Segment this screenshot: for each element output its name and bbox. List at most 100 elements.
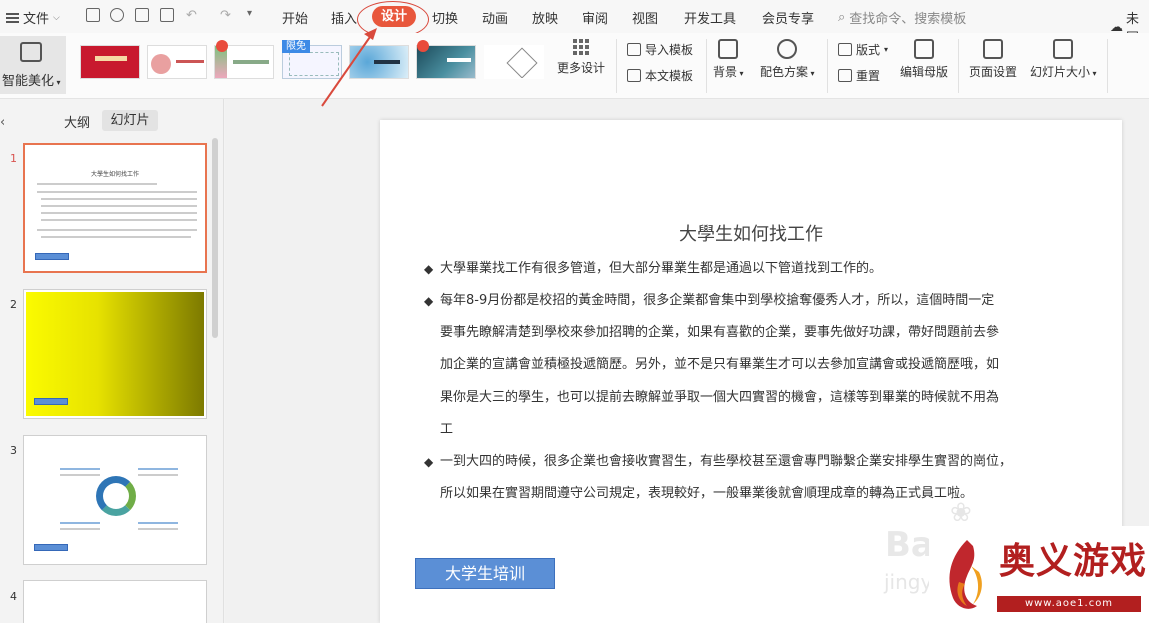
slide-number: 2 — [10, 298, 17, 311]
bullet-line: 一到大四的時候，很多企業也會接收實習生，有些學校甚至還會專門聯繫企業安排學生實習… — [440, 454, 1013, 469]
import-template-button[interactable]: 导入模板 — [627, 41, 693, 58]
slide-thumbnail-3[interactable] — [23, 435, 207, 565]
design-template-thumb-1[interactable] — [80, 45, 140, 79]
slide-bullet-2[interactable]: ◆ 每年8-9月份都是校招的黃金時間，很多企業都會集中到學校搶奪優秀人才，所以，… — [424, 285, 1100, 446]
divider — [958, 39, 959, 93]
page-setup-button[interactable]: 页面设置 — [969, 39, 1017, 80]
background-icon — [718, 39, 739, 59]
color-scheme-label: 配色方案 — [760, 65, 809, 79]
background-button[interactable]: 背景 ▾ — [713, 39, 744, 80]
divider — [706, 39, 707, 93]
tab-review[interactable]: 审阅 — [582, 8, 608, 27]
panel-scrollbar[interactable] — [212, 138, 218, 338]
more-design-button[interactable]: 更多设计 — [557, 39, 605, 76]
color-scheme-button[interactable]: 配色方案 ▾ — [760, 39, 815, 80]
text-template-button[interactable]: 本文模板 — [627, 67, 693, 84]
member-badge-icon — [216, 40, 228, 52]
divider — [1107, 39, 1108, 93]
cube-icon — [20, 42, 42, 62]
site-logo: 奥义游戏网 www.aoe1.com — [929, 526, 1149, 623]
collapse-panel-icon[interactable]: ‹ — [0, 115, 5, 130]
slide-number: 4 — [10, 590, 17, 603]
import-template-icon — [627, 43, 641, 56]
reset-button[interactable]: 重置 — [838, 67, 880, 84]
chevron-down-icon: ▾ — [884, 45, 889, 54]
design-ribbon: 智能美化 ▾ 限免 更多设计 导入模板 本文模板 背景 ▾ 配色方案 ▾ 版式 ▾… — [0, 33, 1149, 99]
slide-number: 1 — [10, 152, 17, 165]
smart-beautify-button[interactable]: 智能美化 ▾ — [0, 36, 66, 94]
quick-access-dropdown-icon[interactable]: ▾ — [247, 8, 252, 19]
command-search-placeholder: 查找命令、搜索模板 — [849, 12, 967, 27]
edit-master-button[interactable]: 编辑母版 — [900, 39, 948, 80]
tab-member[interactable]: 会员专享 — [762, 8, 814, 27]
slide-number: 3 — [10, 444, 17, 457]
slide-bullet-3[interactable]: ◆ 一到大四的時候，很多企業也會接收實習生，有些學校甚至還會專門聯繫企業安排學生… — [424, 446, 1100, 510]
file-menu-label: 文件 — [23, 12, 50, 27]
tab-slides[interactable]: 幻灯片 — [102, 110, 158, 131]
grid-icon — [573, 39, 589, 55]
print-preview-icon[interactable] — [160, 8, 174, 22]
bullet-line: 果你是大三的學生，也可以提前去瞭解並爭取一個大四實習的機會，這樣等到畢業的時候就… — [440, 389, 1000, 405]
bullet-line: 要事先瞭解清楚到學校來參加招聘的企業，如果有喜歡的企業，要事先做好功課，帶好問題… — [440, 325, 1000, 341]
hamburger-icon — [6, 12, 19, 23]
slide-training-button[interactable]: 大学生培训 — [415, 558, 555, 589]
diamond-bullet-icon: ◆ — [424, 294, 434, 308]
member-badge-icon — [417, 40, 429, 52]
tab-insert[interactable]: 插入 — [331, 8, 357, 27]
tab-slideshow[interactable]: 放映 — [532, 8, 558, 27]
design-template-thumb-7[interactable] — [484, 45, 544, 79]
paw-watermark-icon: ❀ — [950, 498, 972, 528]
reset-label: 重置 — [856, 69, 881, 83]
swot-ring — [96, 476, 136, 516]
slide-thumbnail-1[interactable]: 大學生如何找工作 — [23, 143, 207, 273]
redo-icon[interactable]: ↷ — [220, 8, 231, 23]
design-template-thumb-2[interactable] — [147, 45, 207, 79]
slide-thumbnail-2[interactable] — [23, 289, 207, 419]
tab-home[interactable]: 开始 — [282, 8, 308, 27]
bullet-line: 每年8-9月份都是校招的黃金時間，很多企業都會集中到學校搶奪優秀人才，所以，這個… — [440, 293, 995, 308]
page-setup-icon — [983, 39, 1003, 59]
slide-title[interactable]: 大學生如何找工作 — [380, 220, 1122, 246]
logo-text: 奥义游戏网 — [999, 540, 1149, 582]
menu-bar: 文件 ⌵ ↶ ↷ ▾ 开始 插入 设计 切换 动画 放映 审阅 视图 开发工具 … — [0, 0, 1149, 46]
file-menu[interactable]: 文件 ⌵ — [6, 8, 60, 27]
divider — [616, 39, 617, 93]
diamond-bullet-icon: ◆ — [424, 455, 434, 469]
flame-logo-icon — [949, 540, 982, 609]
diamond-bullet-icon: ◆ — [424, 262, 434, 276]
chevron-down-icon: ⌵ — [53, 12, 60, 23]
undo-icon[interactable]: ↶ — [186, 8, 197, 23]
import-template-label: 导入模板 — [645, 43, 694, 57]
background-label: 背景 — [713, 65, 738, 79]
bullet-line: 加企業的宣講會並積極投遞簡歷。另外，並不是只有畢業生才可以去參加宣講會或投遞簡歷… — [440, 357, 1000, 373]
tab-design[interactable]: 设计 — [372, 6, 416, 27]
slide-size-button[interactable]: 幻灯片大小 ▾ — [1030, 39, 1097, 80]
save-icon[interactable] — [86, 8, 100, 22]
tab-view[interactable]: 视图 — [632, 8, 658, 27]
tab-transitions[interactable]: 切换 — [432, 8, 458, 27]
chevron-down-icon: ▾ — [737, 69, 744, 78]
print-icon[interactable] — [135, 8, 149, 22]
smart-beautify-label: 智能美化 — [2, 74, 55, 89]
layout-button[interactable]: 版式 ▾ — [838, 41, 888, 58]
thumb-button — [35, 253, 69, 260]
format-painter-icon[interactable] — [110, 8, 124, 22]
divider — [827, 39, 828, 93]
design-template-thumb-5[interactable] — [349, 45, 409, 79]
chevron-down-icon: ▾ — [1090, 69, 1097, 78]
layout-icon — [838, 43, 852, 56]
tab-outline[interactable]: 大纲 — [64, 112, 90, 131]
text-template-icon — [627, 69, 641, 82]
command-search[interactable]: ⌕ 查找命令、搜索模板 — [838, 8, 966, 27]
tab-animations[interactable]: 动画 — [482, 8, 508, 27]
bullet-line: 工 — [440, 421, 454, 437]
tab-developer[interactable]: 开发工具 — [684, 8, 736, 27]
slide-thumbnail-4[interactable] — [23, 580, 207, 623]
chevron-down-icon: ▾ — [54, 78, 61, 87]
logo-url: www.aoe1.com — [997, 596, 1141, 612]
slide-bullet-1[interactable]: ◆ 大學畢業找工作有很多管道，但大部分畢業生都是通過以下管道找到工作的。 — [424, 253, 1100, 285]
edit-master-label: 编辑母版 — [900, 65, 949, 79]
palette-icon — [777, 39, 798, 59]
layout-label: 版式 — [856, 43, 881, 57]
page-setup-label: 页面设置 — [969, 65, 1018, 79]
